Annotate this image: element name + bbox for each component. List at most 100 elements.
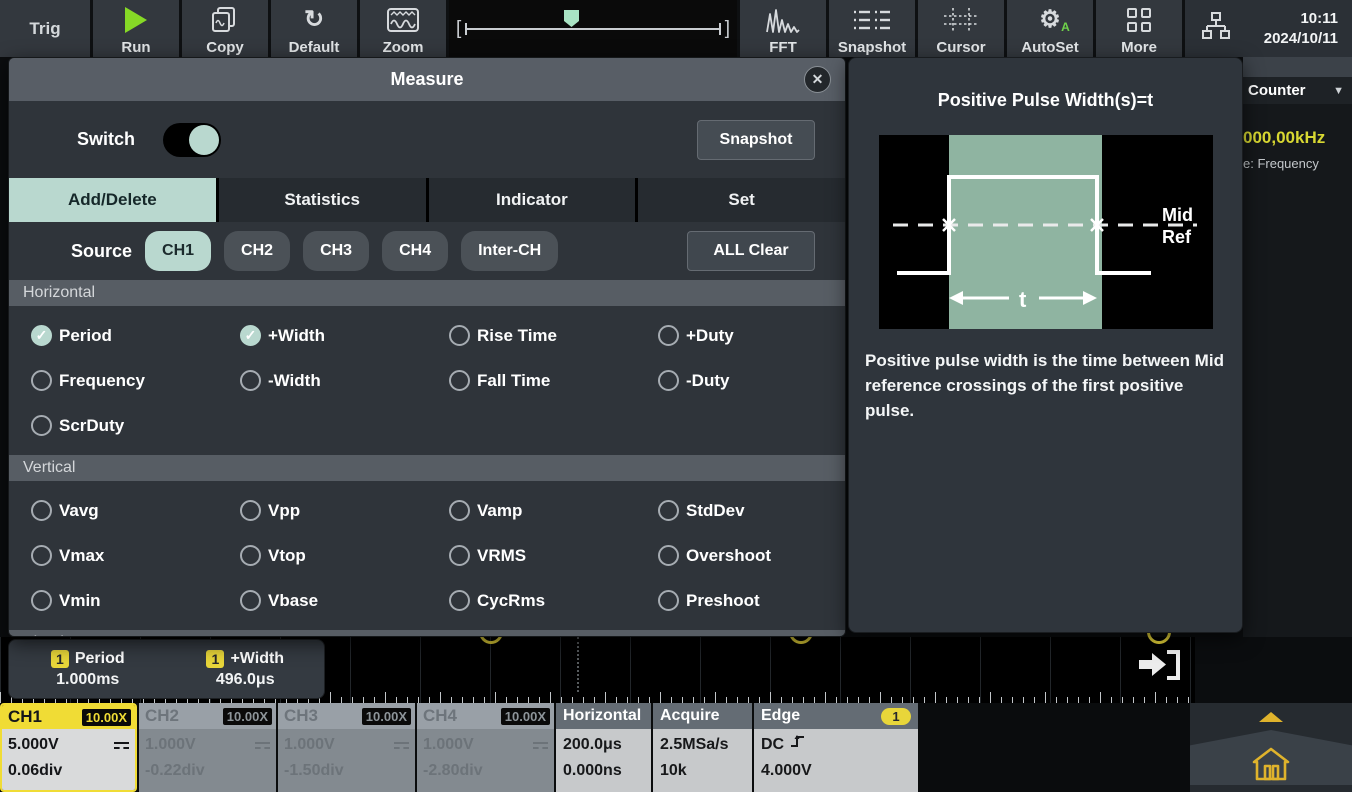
gear-icon: ⚙A bbox=[1007, 0, 1093, 39]
all-clear-button[interactable]: ALL Clear bbox=[687, 231, 815, 271]
more-button[interactable]: More bbox=[1096, 0, 1182, 57]
zoom-label: Zoom bbox=[383, 39, 424, 56]
acquire-block[interactable]: Acquire 2.5MSa/s 10k bbox=[653, 703, 752, 792]
more-label: More bbox=[1121, 39, 1157, 56]
result-value: 496.0μs bbox=[216, 671, 275, 689]
measure-vamp[interactable]: ✓Vamp bbox=[427, 488, 636, 533]
zoom-button[interactable]: Zoom bbox=[360, 0, 446, 57]
check-icon: ✓ bbox=[31, 325, 52, 346]
check-icon: ✓ bbox=[449, 370, 470, 391]
measure-stddev[interactable]: ✓StdDev bbox=[636, 488, 845, 533]
sample-rate: 2.5MSa/s bbox=[660, 732, 745, 758]
autoset-letter: A bbox=[1061, 20, 1070, 34]
channel-name: CH2 bbox=[145, 706, 179, 726]
source-ch3[interactable]: CH3 bbox=[303, 231, 369, 271]
dialog-title: Measure bbox=[390, 69, 463, 90]
result-period[interactable]: 1 Period 1.000ms bbox=[9, 640, 167, 698]
measure-pos-duty[interactable]: ✓+Duty bbox=[636, 313, 845, 358]
default-button[interactable]: ↻ Default bbox=[271, 0, 357, 57]
trig-button[interactable]: Trig bbox=[0, 0, 90, 57]
result-name: Period bbox=[75, 650, 125, 668]
trigger-offscreen-icon[interactable] bbox=[1136, 645, 1182, 690]
fft-label: FFT bbox=[769, 39, 797, 56]
network-icon[interactable] bbox=[1199, 9, 1233, 48]
measure-vbase[interactable]: ✓Vbase bbox=[218, 578, 427, 623]
measure-switch-toggle[interactable] bbox=[163, 123, 221, 157]
channel-scale: 1.000V bbox=[284, 732, 335, 758]
close-icon[interactable]: ✕ bbox=[804, 66, 831, 93]
probe-ratio: 10.00X bbox=[82, 709, 131, 726]
channel-block-ch3[interactable]: CH3 10.00X 1.000V -1.50div bbox=[278, 703, 415, 792]
source-ch1[interactable]: CH1 bbox=[145, 231, 211, 271]
measure-neg-width[interactable]: ✓-Width bbox=[218, 358, 427, 403]
measure-vmin[interactable]: ✓Vmin bbox=[9, 578, 218, 623]
channel-block-ch1[interactable]: CH1 10.00X 5.000V 0.06div bbox=[0, 703, 137, 792]
source-ch4[interactable]: CH4 bbox=[382, 231, 448, 271]
snapshot-button[interactable]: Snapshot bbox=[697, 120, 815, 160]
tab-add-delete[interactable]: Add/Delete bbox=[9, 178, 216, 222]
measure-neg-duty[interactable]: ✓-Duty bbox=[636, 358, 845, 403]
measure-cycrms[interactable]: ✓CycRms bbox=[427, 578, 636, 623]
horizontal-delay: 0.000ns bbox=[563, 758, 644, 784]
counter-header[interactable]: Counter ▼ bbox=[1243, 77, 1352, 104]
acquire-title: Acquire bbox=[660, 707, 720, 725]
channel-name: CH3 bbox=[284, 706, 318, 726]
channel-block-ch4[interactable]: CH4 10.00X 1.000V -2.80div bbox=[417, 703, 554, 792]
chevron-down-icon: ▼ bbox=[1333, 85, 1344, 97]
measure-rise-time[interactable]: ✓Rise Time bbox=[427, 313, 636, 358]
measure-overshoot[interactable]: ✓Overshoot bbox=[636, 533, 845, 578]
slider-marker-icon[interactable] bbox=[564, 10, 579, 33]
measure-vtop[interactable]: ✓Vtop bbox=[218, 533, 427, 578]
tab-statistics[interactable]: Statistics bbox=[219, 178, 426, 222]
probe-ratio: 10.00X bbox=[501, 708, 550, 725]
slider-bracket-left: [ bbox=[456, 18, 461, 40]
corner-panel bbox=[1190, 703, 1352, 792]
trigger-source-badge: 1 bbox=[881, 708, 911, 725]
expand-up-icon[interactable] bbox=[1259, 712, 1283, 722]
measure-fall-time[interactable]: ✓Fall Time bbox=[427, 358, 636, 403]
cursor-button[interactable]: Cursor bbox=[918, 0, 1004, 57]
measure-vmax[interactable]: ✓Vmax bbox=[9, 533, 218, 578]
copy-button[interactable]: Copy bbox=[182, 0, 268, 57]
measure-vpp[interactable]: ✓Vpp bbox=[218, 488, 427, 533]
measure-period[interactable]: ✓Period bbox=[9, 313, 218, 358]
trigger-coupling: DC bbox=[761, 732, 784, 758]
fft-spectrum-icon bbox=[740, 0, 826, 39]
channel-scale: 1.000V bbox=[145, 732, 196, 758]
channel-name: CH1 bbox=[8, 707, 42, 727]
fft-button[interactable]: FFT bbox=[740, 0, 826, 57]
cursor-label: Cursor bbox=[936, 39, 985, 56]
run-button[interactable]: Run bbox=[93, 0, 179, 57]
channel-badge: 1 bbox=[206, 650, 224, 668]
home-button[interactable] bbox=[1190, 730, 1352, 785]
horizontal-block[interactable]: Horizontal 200.0μs 0.000ns bbox=[556, 703, 651, 792]
measure-pos-width[interactable]: ✓+Width bbox=[218, 313, 427, 358]
measure-frequency[interactable]: ✓Frequency bbox=[9, 358, 218, 403]
autoset-button[interactable]: ⚙A AutoSet bbox=[1007, 0, 1093, 57]
check-icon: ✓ bbox=[240, 545, 261, 566]
snapshot-toolbar-button[interactable]: Snapshot bbox=[829, 0, 915, 57]
slider-track bbox=[465, 28, 720, 30]
mid-ref-label-1: Mid bbox=[1162, 205, 1193, 225]
measure-vrms[interactable]: ✓VRMS bbox=[427, 533, 636, 578]
zoom-waveform-icon bbox=[360, 0, 446, 39]
trigger-block[interactable]: Edge 1 DC 4.000V bbox=[754, 703, 918, 792]
switch-label: Switch bbox=[77, 129, 135, 150]
measure-scrduty[interactable]: ✓ScrDuty bbox=[9, 403, 218, 448]
channel-offset: 0.06div bbox=[8, 758, 129, 784]
tab-set[interactable]: Set bbox=[638, 178, 845, 222]
source-ch2[interactable]: CH2 bbox=[224, 231, 290, 271]
channel-offset: -1.50div bbox=[284, 758, 409, 784]
result-pos-width[interactable]: 1 +Width 496.0μs bbox=[167, 640, 325, 698]
source-row: Source CH1 CH2 CH3 CH4 Inter-CH ALL Clea… bbox=[9, 222, 845, 280]
timebase-value: 200.0μs bbox=[563, 732, 644, 758]
measure-vavg[interactable]: ✓Vavg bbox=[9, 488, 218, 533]
measure-dialog: Measure ✕ Switch Snapshot Add/Delete Sta… bbox=[8, 57, 846, 637]
measure-preshoot[interactable]: ✓Preshoot bbox=[636, 578, 845, 623]
tab-indicator[interactable]: Indicator bbox=[429, 178, 636, 222]
section-vertical: Vertical bbox=[9, 455, 845, 481]
counter-sidebar: Counter ▼ 000,00kHz e: Frequency bbox=[1243, 57, 1352, 637]
source-inter-ch[interactable]: Inter-CH bbox=[461, 231, 558, 271]
channel-block-ch2[interactable]: CH2 10.00X 1.000V -0.22div bbox=[139, 703, 276, 792]
waveform-position-slider[interactable]: [ ] bbox=[449, 0, 737, 57]
